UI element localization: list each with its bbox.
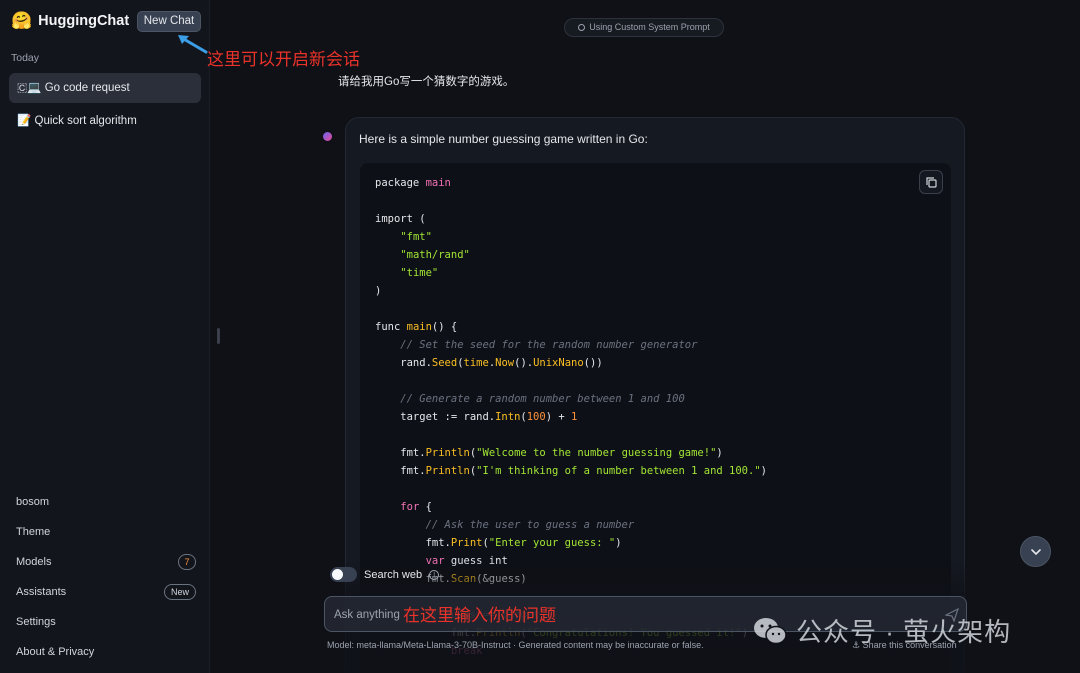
scroll-down-button[interactable] <box>1020 536 1051 567</box>
sidebar-item-settings[interactable]: Settings <box>16 612 196 632</box>
chevron-down-icon <box>1031 549 1041 556</box>
copy-code-button[interactable] <box>919 170 943 194</box>
annotation-input-hint: 在这里输入你的问题 <box>403 606 556 625</box>
sidebar: 🤗 HuggingChat New Chat Today 🇨💻 Go code … <box>0 0 210 673</box>
search-web-toggle-group[interactable]: Search web i <box>330 567 440 582</box>
user-message: 请给我用Go写一个猜数字的游戏。 <box>338 76 515 88</box>
sidebar-item-label: Models <box>16 556 52 568</box>
model-footer[interactable]: Model: meta-llama/Meta-Llama-3-70B-Instr… <box>327 640 704 650</box>
copy-icon <box>926 177 937 188</box>
search-web-label: Search web <box>364 568 423 581</box>
circle-icon <box>578 24 586 31</box>
user-name[interactable]: bosom <box>16 492 196 512</box>
assistant-intro-text: Here is a simple number guessing game wr… <box>359 132 648 146</box>
annotation-new-chat: 这里可以开启新会话 <box>207 50 360 69</box>
system-prompt-label: Using Custom System Prompt <box>589 22 710 32</box>
assistant-avatar <box>323 132 332 141</box>
watermark: 公众号 · 萤火架构 <box>752 612 1011 649</box>
chat-input[interactable] <box>334 606 404 624</box>
section-label-today: Today <box>11 52 40 64</box>
sidebar-item-about[interactable]: About & Privacy <box>16 642 196 662</box>
models-count-badge: 7 <box>178 554 196 570</box>
sidebar-item-assistants[interactable]: Assistants New <box>16 582 196 602</box>
system-prompt-pill[interactable]: Using Custom System Prompt <box>564 18 724 37</box>
wechat-icon <box>754 617 787 644</box>
hugging-face-logo-icon: 🤗 <box>11 11 33 30</box>
conversation-item[interactable]: 📝 Quick sort algorithm <box>9 106 201 136</box>
brand-name: HuggingChat <box>38 13 130 29</box>
sidebar-item-models[interactable]: Models 7 <box>16 552 196 572</box>
watermark-text: 公众号 · 萤火架构 <box>796 617 1012 647</box>
sidebar-item-theme[interactable]: Theme <box>16 522 196 542</box>
sidebar-resize-handle[interactable] <box>217 328 220 344</box>
new-chat-button[interactable]: New Chat <box>137 11 201 32</box>
search-web-toggle[interactable] <box>330 567 357 582</box>
conversation-item-active[interactable]: 🇨💻 Go code request <box>9 73 201 103</box>
annotation-arrow-icon <box>178 35 208 54</box>
brand[interactable]: 🤗 HuggingChat <box>11 11 129 31</box>
info-icon[interactable]: i <box>429 569 440 580</box>
new-badge: New <box>164 584 196 600</box>
sidebar-item-label: Assistants <box>16 586 67 598</box>
